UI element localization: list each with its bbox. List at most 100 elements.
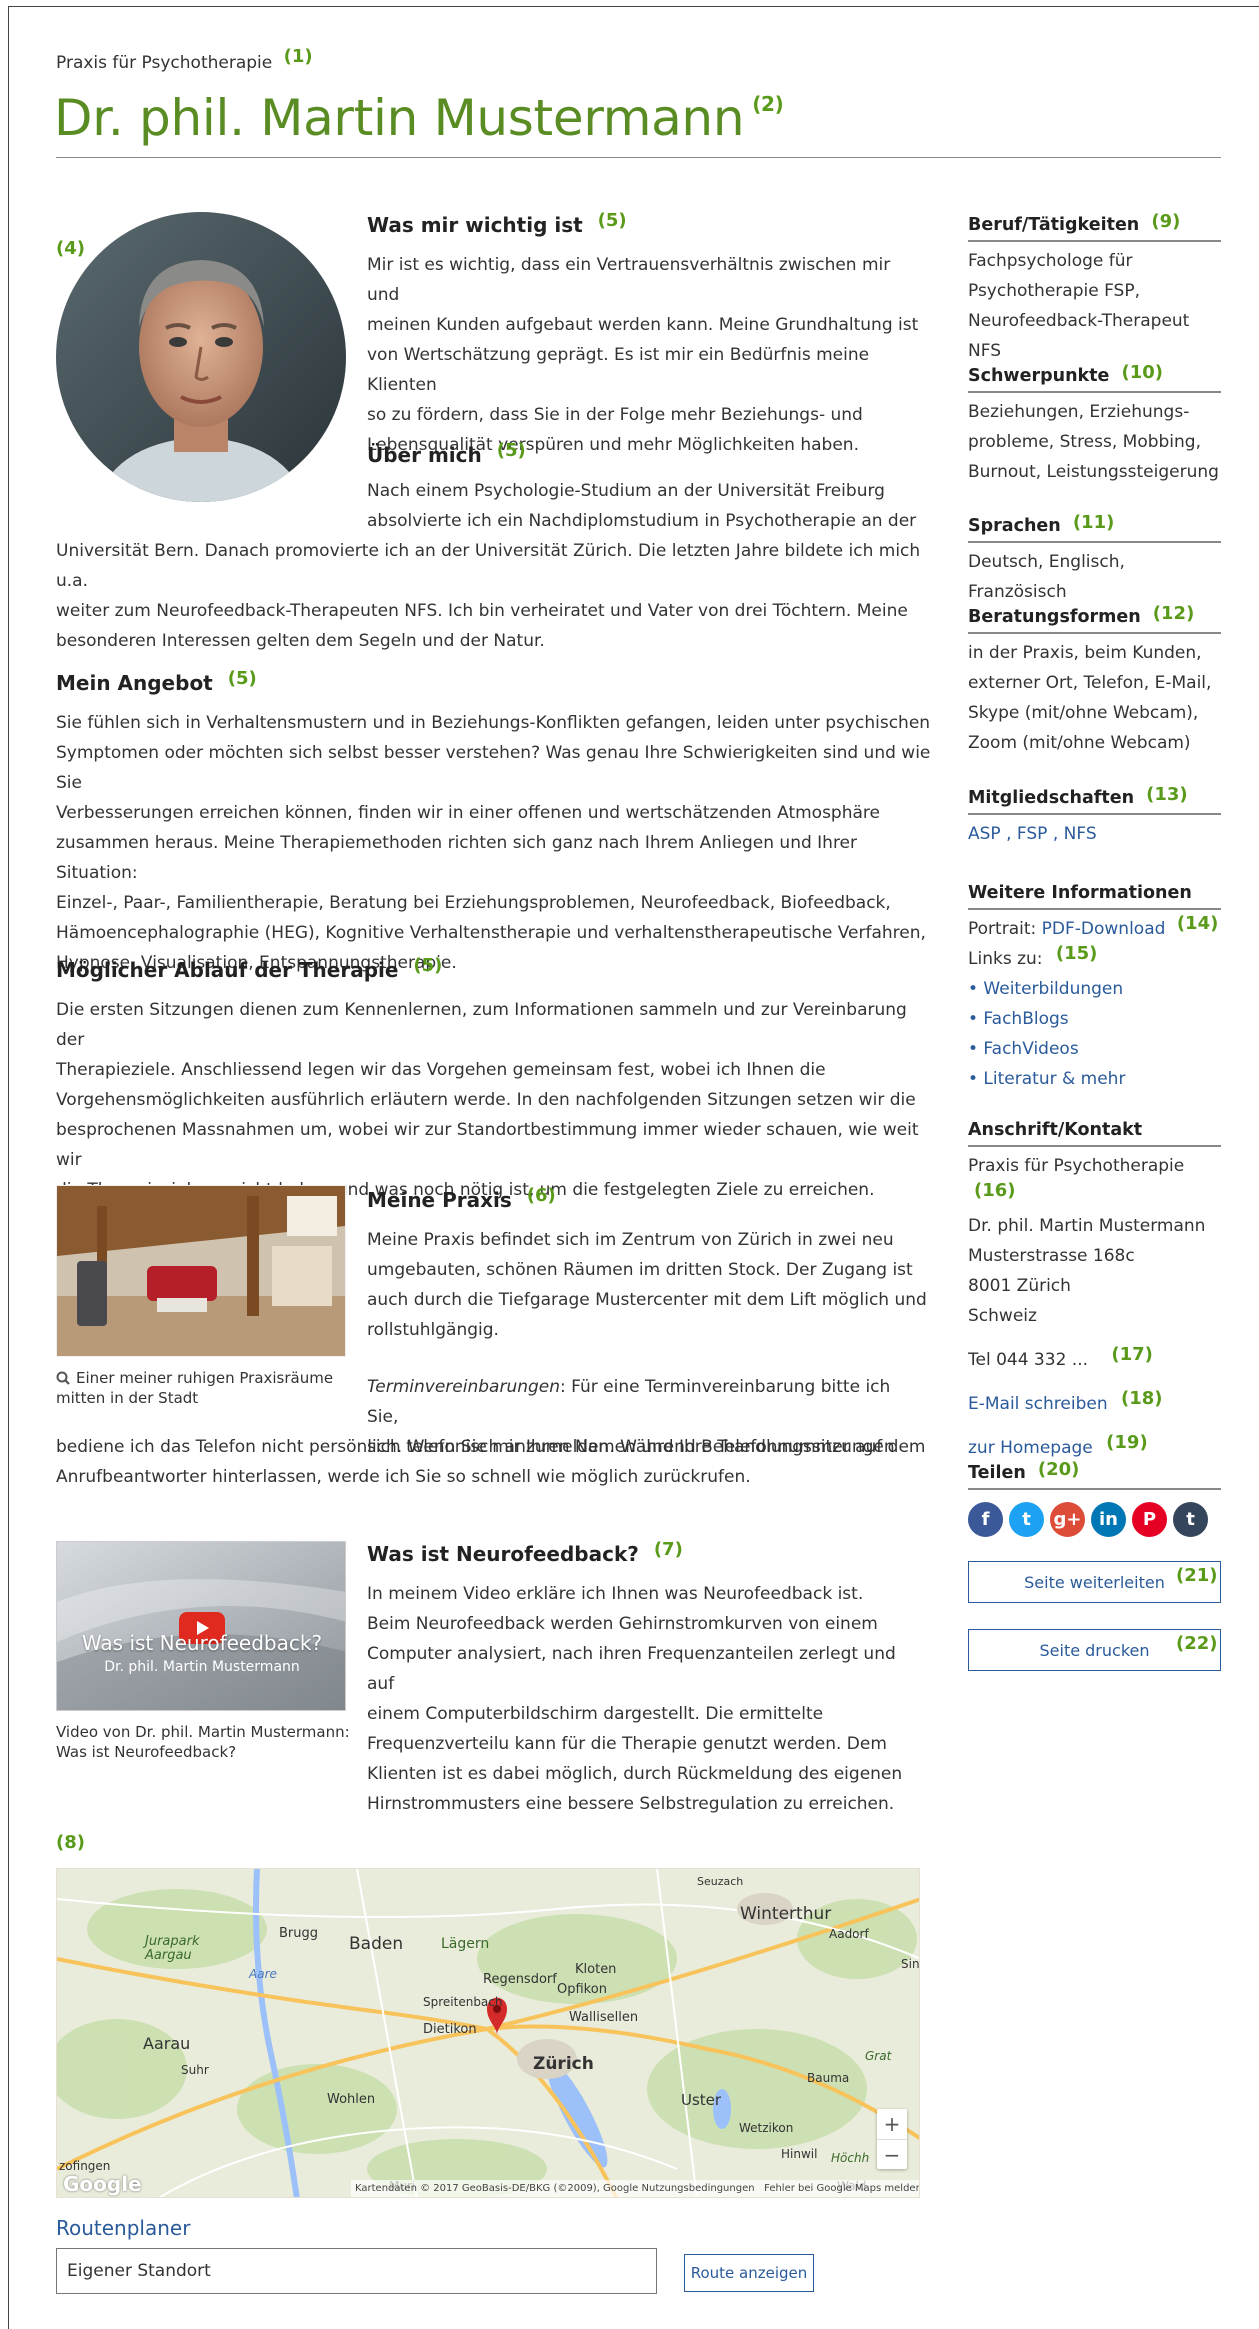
tumblr-icon[interactable]: t — [1173, 1502, 1208, 1537]
membership-links: ASP , FSP , NFS — [968, 824, 1097, 844]
phone-number[interactable]: Tel 044 332 ... — [968, 1350, 1088, 1370]
map-label: Hinwil — [781, 2147, 818, 2161]
title-divider — [56, 157, 1221, 158]
search-icon[interactable] — [56, 1370, 70, 1385]
sidebar-text: in der Praxis, beim Kunden, externer Ort… — [968, 643, 1212, 753]
forward-row: Seite weiterleiten (21) — [968, 1561, 1221, 1603]
map-label: Wohlen — [327, 2092, 376, 2107]
map-label: Sin — [901, 1957, 920, 1971]
zoom-in-button[interactable]: + — [877, 2109, 907, 2139]
linkedin-icon[interactable]: in — [1091, 1502, 1126, 1537]
print-row: Seite drucken (22) — [968, 1629, 1221, 1671]
annotation-number: (4) — [56, 238, 85, 259]
map-terms-link[interactable]: Nutzungsbedingungen — [642, 2183, 755, 2194]
sidebar-heading: Sprachen (11) — [968, 511, 1221, 543]
sidebar-beruf: Beruf/Tätigkeiten (9) Fachpsychologe für… — [968, 210, 1221, 366]
section-heading: Möglicher Ablauf der Therapie (5) — [56, 955, 443, 982]
page-title: Dr. phil. Martin Mustermann (2) — [54, 88, 784, 158]
link-fachvideos[interactable]: • FachVideos — [968, 1034, 1221, 1064]
annotation-number: (13) — [1146, 784, 1188, 805]
sidebar-heading: Schwerpunkte (10) — [968, 361, 1221, 393]
map-label: Zürich — [533, 2054, 594, 2074]
supertitle-text: Praxis für Psychotherapie — [56, 53, 273, 73]
annotation-number: (5) — [597, 210, 627, 231]
map-zoom-control: + − — [877, 2109, 907, 2169]
annotation-number: (8) — [56, 1832, 85, 1853]
location-input[interactable] — [56, 2248, 657, 2294]
map-label: Winterthur — [740, 1904, 832, 1924]
link-weiterbildungen[interactable]: • Weiterbildungen — [968, 974, 1221, 1004]
section-text: Die ersten Sitzungen dienen zum Kennenle… — [56, 1000, 919, 1200]
facebook-icon[interactable]: f — [968, 1502, 1003, 1537]
email-link[interactable]: E-Mail schreiben — [968, 1394, 1108, 1414]
annotation-number: (18) — [1121, 1388, 1163, 1409]
show-route-button[interactable]: Route anzeigen — [684, 2254, 814, 2292]
practice-room-photo[interactable] — [56, 1185, 346, 1357]
google-plus-icon[interactable]: g+ — [1050, 1502, 1085, 1537]
neurofeedback-video[interactable]: Was ist Neurofeedback? Dr. phil. Martin … — [56, 1541, 346, 1711]
annotation-number: (5) — [496, 440, 526, 461]
annotation-number: (19) — [1106, 1432, 1148, 1453]
link-literatur[interactable]: • Literatur & mehr — [968, 1064, 1221, 1094]
membership-link-asp[interactable]: ASP — [968, 824, 1001, 844]
title-text: Dr. phil. Martin Mustermann — [54, 89, 745, 147]
annotation-number: (22) — [1176, 1633, 1218, 1654]
section-ablauf: Möglicher Ablauf der Therapie (5) Die er… — [56, 955, 936, 1205]
video-subtitle: Dr. phil. Martin Mustermann — [104, 1659, 300, 1675]
annotation-number: (9) — [1151, 211, 1181, 232]
map-label: Jurapark Aargau — [145, 1934, 200, 1963]
sidebar-heading: Teilen (20) — [968, 1458, 1221, 1490]
homepage-link[interactable]: zur Homepage — [968, 1438, 1093, 1458]
practice-photo-caption: Einer meiner ruhigen Praxisräume mitten … — [56, 1369, 334, 1407]
section-neurofeedback: Was ist Neurofeedback? (7) In meinem Vid… — [367, 1539, 927, 1819]
sidebar-heading: Beratungsformen (12) — [968, 602, 1221, 634]
share-icons: f t g+ in Pt — [968, 1502, 1221, 1537]
map-label: Aadorf — [829, 1927, 869, 1941]
sidebar-teilen: Teilen (20) f t g+ in Pt — [968, 1458, 1221, 1537]
annotation-number: (14) — [1176, 913, 1219, 934]
sidebar-sprachen: Sprachen (11) Deutsch, Englisch, Französ… — [968, 511, 1221, 607]
sidebar-heading: Mitgliedschaften (13) — [968, 783, 1221, 815]
map-label: Bauma — [807, 2071, 850, 2085]
zoom-out-button[interactable]: − — [877, 2139, 907, 2169]
section-praxis: Meine Praxis (6) Meine Praxis befindet s… — [367, 1185, 927, 1345]
appointment-label: Terminvereinbarungen — [367, 1377, 561, 1397]
portrait-pdf-link[interactable]: PDF-Download — [1042, 919, 1166, 939]
section-heading: Mein Angebot (5) — [56, 668, 257, 695]
map-label: Aare — [249, 1967, 277, 1981]
sidebar-mitgliedschaften: Mitgliedschaften (13) ASP , FSP , NFS — [968, 783, 1221, 849]
route-planner-title: Routenplaner — [56, 2216, 191, 2240]
sidebar-text: Beziehungen, Erziehungs- probleme, Stres… — [968, 402, 1219, 482]
video-title: Was ist Neurofeedback? — [81, 1631, 323, 1655]
google-logo: Google — [63, 2172, 142, 2196]
appointment-text-continued: bediene ich das Telefon nicht persönlich… — [56, 1437, 926, 1487]
annotation-number: (10) — [1121, 362, 1164, 383]
portrait-photo — [56, 212, 346, 502]
sidebar-text: Portrait: PDF-Download (14) Links zu: (1… — [968, 913, 1221, 1094]
map-report-link[interactable]: Fehler bei Google Maps melden — [764, 2183, 919, 2194]
annotation-number: (20) — [1037, 1459, 1080, 1480]
link-fachblogs[interactable]: • FachBlogs — [968, 1004, 1221, 1034]
annotation-number: (17) — [1111, 1344, 1153, 1365]
annotation-number: (11) — [1072, 512, 1115, 533]
map-label: Opfikon — [557, 1982, 607, 1997]
sidebar-heading: Weitere Informationen — [968, 878, 1221, 910]
twitter-icon[interactable]: t — [1009, 1502, 1044, 1537]
map-label: Grat — [865, 2049, 892, 2063]
membership-link-nfs[interactable]: NFS — [1064, 824, 1097, 844]
section-heading: Was mir wichtig ist (5) — [367, 210, 627, 237]
map-label: Dietikon — [423, 2022, 477, 2037]
annotation-number: (5) — [227, 668, 257, 689]
annotation-number: (12) — [1152, 603, 1195, 624]
contact-phone: Tel 044 332 ... (17) — [968, 1344, 1221, 1375]
pinterest-icon[interactable]: P — [1132, 1502, 1167, 1537]
annotation-number: (16) — [974, 1180, 1016, 1201]
section-angebot: Mein Angebot (5) Sie fühlen sich in Verh… — [56, 668, 936, 978]
annotation-number: (21) — [1176, 1565, 1218, 1586]
membership-link-fsp[interactable]: FSP — [1017, 824, 1048, 844]
section-text: Nach einem Psychologie-Studium an der Un… — [367, 481, 917, 531]
map-attribution: Kartendaten © 2017 GeoBasis-DE/BKG (©200… — [351, 2180, 919, 2197]
google-map[interactable]: Winterthur Baden Zürich Brugg Jurapark Aa… — [56, 1868, 920, 2198]
map-label: Wallisellen — [569, 2010, 639, 2025]
annotation-number: (5) — [413, 955, 443, 976]
